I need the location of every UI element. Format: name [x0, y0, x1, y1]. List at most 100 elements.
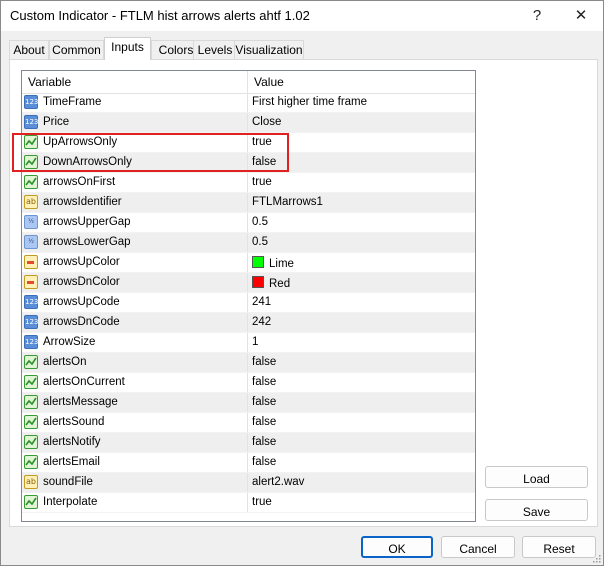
dialog-window: Custom Indicator - FTLM hist arrows aler…: [0, 0, 604, 566]
integer-icon: 123: [24, 115, 38, 129]
boolean-icon: [24, 495, 38, 509]
cell-divider: [247, 373, 248, 393]
load-button[interactable]: Load: [485, 466, 588, 488]
variable-value[interactable]: false: [252, 456, 276, 468]
cell-divider: [247, 253, 248, 273]
help-button[interactable]: ?: [519, 4, 555, 28]
variable-name: alertsOn: [43, 356, 87, 368]
close-button[interactable]: ✕: [563, 4, 599, 28]
cell-divider: [247, 393, 248, 413]
variable-name: Interpolate: [43, 496, 98, 508]
grid-row[interactable]: ½ arrowsUpperGap 0.5: [22, 213, 475, 233]
grid-row[interactable]: ½ arrowsLowerGap 0.5: [22, 233, 475, 253]
integer-icon: 123: [24, 315, 38, 329]
variable-value[interactable]: false: [252, 396, 276, 408]
integer-icon: 123: [24, 95, 38, 109]
double-icon: ½: [24, 235, 38, 249]
variable-value[interactable]: Close: [252, 116, 281, 128]
reset-button[interactable]: Reset: [522, 536, 596, 558]
grid-row[interactable]: alertsMessage false: [22, 393, 475, 413]
ok-button[interactable]: OK: [361, 536, 433, 558]
variable-value[interactable]: First higher time frame: [252, 96, 367, 108]
tab-inputs[interactable]: Inputs: [104, 37, 151, 60]
cell-divider: [247, 113, 248, 133]
variable-value[interactable]: 0.5: [252, 236, 268, 248]
grid-row[interactable]: 123 TimeFrame First higher time frame: [22, 93, 475, 113]
grid-row[interactable]: alertsSound false: [22, 413, 475, 433]
grid-row[interactable]: 123 Price Close: [22, 113, 475, 133]
grid-row[interactable]: alertsEmail false: [22, 453, 475, 473]
value-text: First higher time frame: [252, 96, 368, 108]
color-swatch: [252, 256, 264, 268]
save-button[interactable]: Save: [485, 499, 588, 521]
value-text: false: [252, 436, 277, 448]
variable-value[interactable]: Lime: [252, 256, 294, 270]
boolean-icon: [24, 355, 38, 369]
variable-name: TimeFrame: [43, 96, 102, 108]
variable-value[interactable]: false: [252, 416, 276, 428]
variable-value[interactable]: true: [252, 496, 272, 508]
resize-grip-icon[interactable]: [591, 553, 601, 563]
cell-divider: [247, 473, 248, 493]
grid-row[interactable]: 123 arrowsDnCode 242: [22, 313, 475, 333]
variable-name: alertsEmail: [43, 456, 100, 468]
tab-levels[interactable]: Levels: [193, 40, 237, 60]
tab-visualization[interactable]: Visualization: [234, 40, 304, 60]
column-divider[interactable]: [247, 71, 248, 93]
cell-divider: [247, 453, 248, 473]
grid-row[interactable]: arrowsDnColor Red: [22, 273, 475, 293]
cancel-button[interactable]: Cancel: [441, 536, 515, 558]
cell-divider: [247, 93, 248, 113]
cell-divider: [247, 413, 248, 433]
value-text: FTLMarrows1: [252, 196, 323, 208]
variable-value[interactable]: 1: [252, 336, 258, 348]
cell-divider: [247, 313, 248, 333]
grid-row[interactable]: Interpolate true: [22, 493, 475, 513]
cell-divider: [247, 273, 248, 293]
variable-value[interactable]: FTLMarrows1: [252, 196, 323, 208]
variable-value[interactable]: true: [252, 176, 272, 188]
variable-name: arrowsUpColor: [43, 256, 120, 268]
variable-value[interactable]: 0.5: [252, 216, 268, 228]
column-header-value[interactable]: Value: [254, 75, 284, 89]
grid-row[interactable]: arrowsOnFirst true: [22, 173, 475, 193]
row-divider: [22, 512, 475, 513]
boolean-icon: [24, 455, 38, 469]
value-text: 242: [252, 316, 272, 328]
variable-value[interactable]: Red: [252, 276, 290, 290]
variable-value[interactable]: 241: [252, 296, 271, 308]
cell-divider: [247, 293, 248, 313]
grid-row[interactable]: ab soundFile alert2.wav: [22, 473, 475, 493]
title-bar[interactable]: Custom Indicator - FTLM hist arrows aler…: [1, 1, 603, 31]
grid-row[interactable]: alertsOn false: [22, 353, 475, 373]
color-swatch: [252, 276, 264, 288]
variable-name: arrowsOnFirst: [43, 176, 116, 188]
grid-row[interactable]: alertsOnCurrent false: [22, 373, 475, 393]
value-text: false: [252, 376, 277, 388]
grid-row[interactable]: alertsNotify false: [22, 433, 475, 453]
variable-value[interactable]: 242: [252, 316, 271, 328]
grid-row[interactable]: 123 ArrowSize 1: [22, 333, 475, 353]
inputs-panel: Variable Value 123 TimeFrame First higher …: [9, 59, 598, 527]
value-text: 0.5: [252, 216, 268, 228]
tab-common[interactable]: Common: [49, 40, 104, 60]
tab-about[interactable]: About: [9, 40, 49, 60]
column-header-variable[interactable]: Variable: [28, 75, 71, 89]
integer-icon: 123: [24, 335, 38, 349]
value-text: Close: [252, 116, 282, 128]
value-text: 1: [252, 336, 259, 348]
variable-name: ArrowSize: [43, 336, 96, 348]
variable-value[interactable]: false: [252, 376, 276, 388]
variable-value[interactable]: false: [252, 436, 276, 448]
grid-row[interactable]: arrowsUpColor Lime: [22, 253, 475, 273]
variable-name: alertsSound: [43, 416, 105, 428]
grid-row[interactable]: ab arrowsIdentifier FTLMarrows1: [22, 193, 475, 213]
variable-value[interactable]: alert2.wav: [252, 476, 304, 488]
cell-divider: [247, 233, 248, 253]
cell-divider: [247, 353, 248, 373]
variable-value[interactable]: false: [252, 356, 276, 368]
grid-row[interactable]: 123 arrowsUpCode 241: [22, 293, 475, 313]
variable-name: arrowsDnColor: [43, 276, 120, 288]
cell-divider: [247, 333, 248, 353]
variable-name: Price: [43, 116, 70, 128]
